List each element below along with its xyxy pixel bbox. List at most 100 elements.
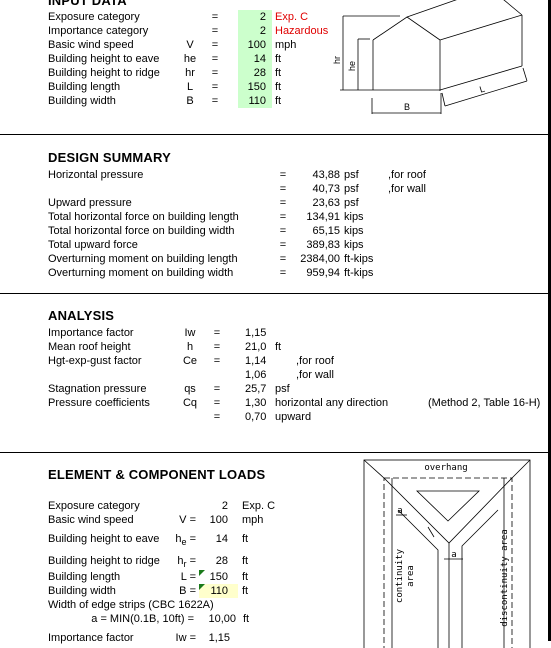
analysis-unit: horizontal any direction: [275, 397, 389, 409]
edge-strip-formula: a = MIN(0.1B, 10ft) =: [91, 613, 194, 625]
summary-label: Total upward force: [48, 239, 138, 251]
ecl-unit: ft: [242, 571, 249, 583]
input-equals: =: [211, 81, 219, 93]
analysis-label: Pressure coefficients: [48, 397, 150, 409]
analysis-value: 21,0: [245, 341, 267, 353]
analysis-title: ANALYSIS: [48, 308, 115, 323]
summary-equals: =: [279, 253, 287, 265]
input-equals: =: [211, 67, 219, 79]
section-divider: [0, 134, 549, 135]
summary-equals: =: [279, 239, 287, 251]
diagram-he-label: he: [347, 61, 357, 71]
input-label: Importance category: [48, 25, 149, 37]
diagram-b-label: B: [404, 102, 410, 112]
ecl-unit: ft: [242, 533, 249, 545]
input-symbol: B: [186, 95, 194, 107]
input-label: Building width: [48, 95, 116, 107]
summary-value: 2384,00: [300, 253, 340, 265]
input-title: INPUT DATA: [48, 0, 127, 8]
analysis-equals: =: [213, 397, 221, 409]
ecl-value: 28: [215, 555, 228, 567]
ecl-symbol-subscript: r: [183, 559, 187, 570]
edge-strip-value: 10,00: [208, 613, 236, 625]
summary-equals: =: [279, 267, 287, 279]
edge-strip-label: Width of edge strips (CBC 1622A): [48, 599, 214, 611]
discontinuity-label: discontinuity area: [500, 529, 510, 627]
input-label: Building height to eave: [48, 53, 160, 65]
analysis-symbol: Iw: [184, 327, 196, 339]
edge-strip-unit: ft: [243, 613, 250, 625]
analysis-label: Hgt-exp-gust factor: [48, 355, 142, 367]
summary-unit: kips: [344, 225, 364, 237]
input-symbol: V: [186, 39, 194, 51]
summary-equals: =: [279, 183, 287, 195]
method-note: (Method 2, Table 16-H): [428, 397, 541, 409]
input-value: 14: [253, 53, 266, 65]
analysis-symbol: h: [186, 341, 194, 353]
diagram-l-label: L: [478, 84, 486, 95]
input-label: Building length: [48, 81, 121, 93]
summary-label: Total horizontal force on building lengt…: [48, 211, 239, 223]
analysis-value: 0,70: [245, 411, 267, 423]
summary-unit: psf: [344, 183, 359, 195]
input-equals: =: [211, 95, 219, 107]
ecl-symbol: V =: [179, 514, 196, 526]
summary-value: 40,73: [312, 183, 340, 195]
summary-note: ,for wall: [388, 183, 426, 195]
ecl-unit: ft: [242, 585, 249, 597]
summary-label: Overturning moment on building width: [48, 267, 234, 279]
ecl-label: Building length: [48, 571, 121, 583]
ecl-label: Building width: [48, 585, 116, 597]
ecl-symbol: hr =: [177, 555, 196, 570]
summary-unit: kips: [344, 239, 364, 251]
analysis-unit: ,for wall: [296, 369, 334, 381]
ecl-symbol: B =: [179, 585, 196, 597]
ecl-value: 150: [209, 571, 228, 583]
analysis-symbol: qs: [184, 383, 196, 395]
analysis-label: Stagnation pressure: [48, 383, 147, 395]
analysis-value: 1,15: [245, 327, 267, 339]
summary-unit: psf: [344, 169, 359, 181]
diagram-hr-label: hr: [332, 56, 342, 64]
input-value: 100: [247, 39, 266, 51]
input-symbol: L: [186, 81, 194, 93]
input-symbol: hr: [185, 67, 195, 79]
ecl-unit: Exp. C: [242, 500, 276, 512]
analysis-label: Mean roof height: [48, 341, 131, 353]
ecl-value: 2: [221, 500, 228, 512]
summary-label: Total horizontal force on building width: [48, 225, 235, 237]
section-divider: [0, 293, 549, 294]
summary-value: 23,63: [312, 197, 340, 209]
input-unit: ft: [275, 81, 282, 93]
input-unit: mph: [275, 39, 297, 51]
analysis-equals: =: [213, 327, 221, 339]
analysis-unit: psf: [275, 383, 290, 395]
summary-label: Horizontal pressure: [48, 169, 144, 181]
ecl-value: 100: [209, 514, 228, 526]
ecl-symbol: he =: [175, 533, 196, 548]
input-unit: Exp. C: [275, 11, 309, 23]
input-value: 110: [248, 95, 266, 107]
input-label: Basic wind speed: [48, 39, 134, 51]
building-diagram: hr he B L: [332, 0, 528, 114]
ecl-label: Building height to eave: [48, 533, 160, 545]
input-value: 2: [259, 11, 266, 23]
ecl-unit: mph: [242, 514, 264, 526]
ecl-unit: ft: [242, 555, 249, 567]
ecl-title: ELEMENT & COMPONENT LOADS: [48, 467, 266, 482]
summary-equals: =: [279, 211, 287, 223]
analysis-unit: upward: [275, 411, 312, 423]
input-equals: =: [211, 53, 219, 65]
summary-equals: =: [279, 169, 287, 181]
summary-note: ,for roof: [388, 169, 426, 181]
summary-equals: =: [279, 225, 287, 237]
analysis-equals: =: [213, 341, 221, 353]
analysis-symbol: Ce: [182, 355, 198, 367]
summary-value: 43,88: [312, 169, 340, 181]
ecl-label: Basic wind speed: [48, 514, 134, 526]
summary-label: Overturning moment on building length: [48, 253, 238, 265]
overhang-label: overhang: [424, 463, 467, 473]
analysis-equals: =: [213, 383, 221, 395]
input-unit: ft: [275, 67, 282, 79]
input-symbol: he: [183, 53, 197, 65]
